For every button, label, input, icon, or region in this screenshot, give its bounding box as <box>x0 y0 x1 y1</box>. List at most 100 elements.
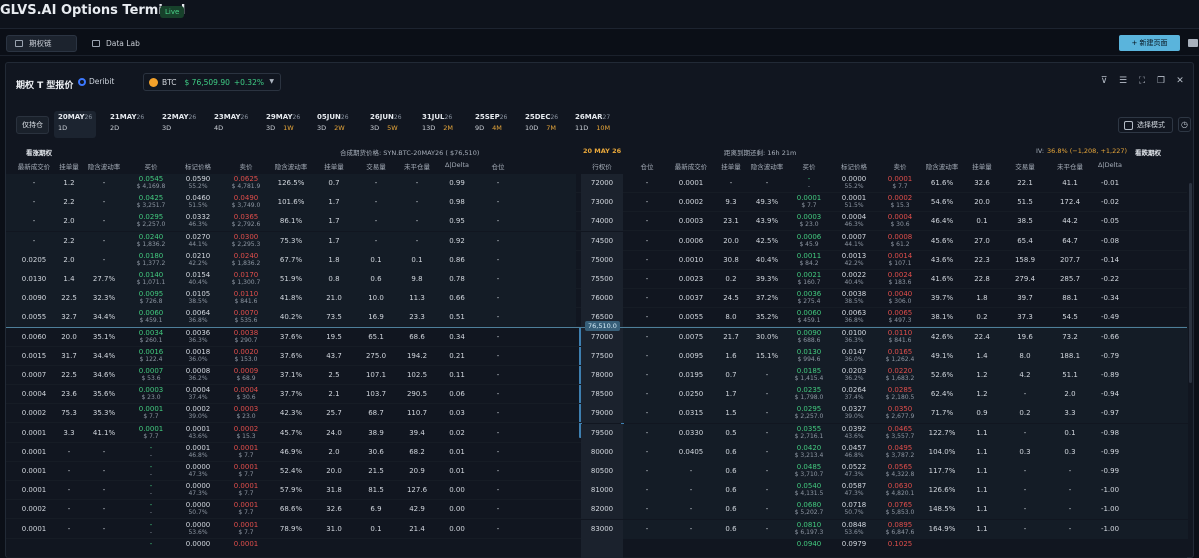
chain-row[interactable]: 0.0004 23.6 35.6% 0.0003 $ 23.0 0.0004 37.4% 0.… <box>6 385 1188 405</box>
put-ask-cell[interactable]: 0.0285 $ 2,180.5 <box>886 385 915 404</box>
chain-row[interactable]: 0.0130 1.4 27.7% 0.0140 $ 1,071.1 0.0154 40.4%… <box>6 270 1187 289</box>
call-ask-cell[interactable]: 0.0300 $ 2,295.3 <box>232 232 261 251</box>
call-ask-cell[interactable]: 0.0038 $ 290.7 <box>234 328 259 347</box>
put-bid-cell[interactable]: 0.0130 $ 994.6 <box>797 347 822 366</box>
expiry-tab[interactable]: 25SEP26 9D 4M <box>471 111 511 138</box>
put-bid-cell[interactable]: 0.0090 $ 688.6 <box>797 328 822 347</box>
call-bid-cell[interactable]: -- <box>150 481 153 500</box>
put-ask-cell[interactable]: 0.0001 $ 7.7 <box>888 174 913 193</box>
call-ask-cell[interactable]: 0.0001 <box>234 539 259 558</box>
call-ask-cell[interactable]: 0.0001 $ 7.7 <box>234 520 259 539</box>
put-ask-cell[interactable]: 0.0024 $ 183.6 <box>888 270 913 289</box>
call-ask-cell[interactable]: 0.0365 $ 2,792.6 <box>232 212 261 231</box>
chain-row[interactable]: - 2.2 - 0.0425 $ 3,251.7 0.0460 51.5% 0.0490 $ 3… <box>6 193 1187 213</box>
holdings-only-button[interactable]: 仅持仓 <box>16 116 49 134</box>
settings-icon[interactable]: ☰ <box>1118 76 1128 86</box>
call-ask-cell[interactable]: 0.0110 $ 841.6 <box>234 289 259 308</box>
chain-row[interactable]: - 2.0 - 0.0295 $ 2,257.0 0.0332 46.3% 0.0365 $ 2… <box>6 212 1187 232</box>
put-ask-cell[interactable]: 0.0565 $ 4,322.8 <box>886 462 915 481</box>
call-ask-cell[interactable]: 0.0002 $ 15.3 <box>234 424 259 443</box>
call-bid-cell[interactable]: 0.0016 $ 122.4 <box>139 347 164 366</box>
close-icon[interactable]: ✕ <box>1175 76 1185 86</box>
expiry-tab[interactable]: 22MAY26 3D <box>158 111 200 138</box>
chain-row[interactable]: 0.0002- - - -0.0000 50.7% 0.0001 $ 7.7 68.6% 32.… <box>6 500 1188 520</box>
call-ask-cell[interactable]: 0.0070 $ 535.6 <box>234 308 259 327</box>
expiry-tab[interactable]: 29MAY26 3D 1W <box>262 111 304 138</box>
chain-row[interactable]: - 1.2 - 0.0545 $ 4,169.8 0.0590 55.2% 0.0625 $ 4… <box>6 174 1187 193</box>
call-ask-cell[interactable]: 0.0001 $ 7.7 <box>234 481 259 500</box>
call-bid-cell[interactable]: - <box>150 539 153 558</box>
call-bid-cell[interactable]: 0.0034 $ 260.1 <box>139 328 164 347</box>
chain-row[interactable]: 0.0001- - - -0.0000 53.6% 0.0001 $ 7.7 78.9% 31.… <box>6 519 1188 539</box>
call-bid-cell[interactable]: 0.0240 $ 1,836.2 <box>137 232 166 251</box>
put-ask-cell[interactable]: 0.0110 $ 841.6 <box>888 328 913 347</box>
put-bid-cell[interactable]: 0.0295 $ 2,257.0 <box>795 404 824 423</box>
call-ask-cell[interactable]: 0.0170 $ 1,300.7 <box>232 270 261 289</box>
put-bid-cell[interactable]: 0.0006 $ 45.9 <box>797 232 822 251</box>
folder-icon[interactable] <box>1188 39 1198 47</box>
call-ask-cell[interactable]: 0.0003 $ 23.0 <box>234 404 259 423</box>
call-bid-cell[interactable]: 0.0007 $ 53.6 <box>139 366 164 385</box>
call-bid-cell[interactable]: -- <box>150 443 153 462</box>
chain-row[interactable]: 0.0001 3.3 41.1% 0.0001 $ 7.7 0.0001 43.6% 0.00… <box>6 423 1188 443</box>
put-ask-cell[interactable]: 0.0014 $ 107.1 <box>888 251 913 270</box>
put-bid-cell[interactable]: 0.0011 $ 84.2 <box>797 251 822 270</box>
chain-row[interactable]: 0.0205 2.0 - 0.0180 $ 1,377.2 0.0210 42.2% 0.02… <box>6 250 1187 270</box>
call-ask-cell[interactable]: 0.0020 $ 153.0 <box>234 347 259 366</box>
expiry-tab[interactable]: 23MAY26 4D <box>210 111 252 138</box>
put-bid-cell[interactable]: -- <box>808 174 811 193</box>
scrollbar[interactable] <box>1189 183 1192 383</box>
put-bid-cell[interactable]: 0.0001 $ 7.7 <box>797 193 822 212</box>
put-bid-cell[interactable]: 0.0485 $ 3,710.7 <box>795 462 824 481</box>
put-ask-cell[interactable]: 0.0065 $ 497.3 <box>888 308 913 327</box>
tab-data-lab[interactable]: Data Lab <box>84 35 154 52</box>
put-bid-cell[interactable]: 0.0036 $ 275.4 <box>797 289 822 308</box>
chain-row[interactable]: 0.0007 22.5 34.6% 0.0007 $ 53.6 0.0008 36.2% 0.… <box>6 366 1188 385</box>
asset-select[interactable]: BTC $ 76,509.90 +0.32% ▼ <box>143 73 281 91</box>
call-ask-cell[interactable]: 0.0240 $ 1,836.2 <box>232 251 261 270</box>
put-ask-cell[interactable]: 0.0350 $ 2,677.9 <box>886 404 915 423</box>
filter-icon[interactable]: ⊽ <box>1099 76 1109 86</box>
put-bid-cell[interactable]: 0.0021 $ 160.7 <box>797 270 822 289</box>
put-bid-cell[interactable]: 0.0060 $ 459.1 <box>797 308 822 327</box>
call-bid-cell[interactable]: 0.0060 $ 459.1 <box>139 308 164 327</box>
call-bid-cell[interactable]: 0.0180 $ 1,377.2 <box>137 251 166 270</box>
put-bid-cell[interactable]: 0.0940 <box>797 539 822 558</box>
chain-row[interactable]: 0.0090 22.5 32.3% 0.0095 $ 726.8 0.0105 38.5% 0… <box>6 289 1187 309</box>
put-ask-cell[interactable]: 0.0220 $ 1,683.2 <box>886 366 915 385</box>
call-ask-cell[interactable]: 0.0490 $ 3,749.0 <box>232 193 261 212</box>
expiry-tab[interactable]: 21MAY26 2D <box>106 111 148 138</box>
put-ask-cell[interactable]: 0.0465 $ 3,557.7 <box>886 424 915 443</box>
expiry-tab[interactable]: 31JUL26 13D 2M <box>418 111 457 138</box>
call-bid-cell[interactable]: 0.0001 $ 7.7 <box>139 424 164 443</box>
select-mode-button[interactable]: 选择模式 <box>1118 117 1173 133</box>
clock-icon[interactable]: ◷ <box>1178 117 1191 132</box>
call-bid-cell[interactable]: -- <box>150 462 153 481</box>
call-bid-cell[interactable]: 0.0295 $ 2,257.0 <box>137 212 166 231</box>
put-ask-cell[interactable]: 0.0002 $ 15.3 <box>888 193 913 212</box>
put-ask-cell[interactable]: 0.0495 $ 3,787.2 <box>886 443 915 462</box>
chain-row[interactable]: - 0.0000 0.0001 0.0940 0.0979 0.1025 <box>6 538 1187 558</box>
chain-row[interactable]: 0.0002 75.3 35.3% 0.0001 $ 7.7 0.0002 39.0% 0.0… <box>6 404 1188 424</box>
call-bid-cell[interactable]: -- <box>150 520 153 539</box>
expiry-tab[interactable]: 26MAR27 11D 10M <box>571 111 614 138</box>
window-icon[interactable]: ❐ <box>1156 76 1166 86</box>
call-bid-cell[interactable]: 0.0545 $ 4,169.8 <box>137 174 166 193</box>
tab-options-chain[interactable]: 期权链 <box>6 35 77 52</box>
expiry-tab[interactable]: 05JUN26 3D 2W <box>313 111 353 138</box>
put-bid-cell[interactable]: 0.0355 $ 2,716.1 <box>795 424 824 443</box>
put-ask-cell[interactable]: 0.0008 $ 61.2 <box>888 232 913 251</box>
put-bid-cell[interactable]: 0.0235 $ 1,798.0 <box>795 385 824 404</box>
call-ask-cell[interactable]: 0.0004 $ 30.6 <box>234 385 259 404</box>
call-ask-cell[interactable]: 0.0009 $ 68.9 <box>234 366 259 385</box>
put-ask-cell[interactable]: 0.0765 $ 5,853.0 <box>886 500 915 519</box>
expiry-tab[interactable]: 20MAY26 1D <box>54 111 97 138</box>
new-page-button[interactable]: + 新建页面 <box>1119 35 1180 51</box>
expiry-tab[interactable]: 25DEC26 10D 7M <box>521 111 562 138</box>
call-bid-cell[interactable]: 0.0095 $ 726.8 <box>139 289 164 308</box>
call-bid-cell[interactable]: 0.0425 $ 3,251.7 <box>137 193 166 212</box>
call-ask-cell[interactable]: 0.0001 $ 7.7 <box>234 500 259 519</box>
put-bid-cell[interactable]: 0.0810 $ 6,197.3 <box>795 520 824 539</box>
call-ask-cell[interactable]: 0.0001 $ 7.7 <box>234 443 259 462</box>
call-ask-cell[interactable]: 0.0625 $ 4,781.9 <box>232 174 261 193</box>
